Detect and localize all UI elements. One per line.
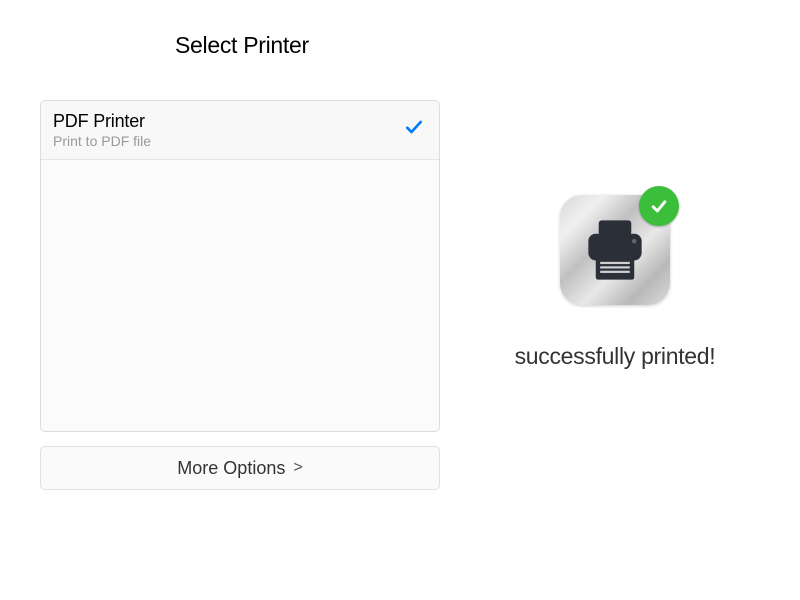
printer-app-icon [560, 195, 670, 305]
status-message: successfully printed! [515, 343, 716, 370]
status-panel: successfully printed! [470, 195, 760, 370]
printer-icon [578, 213, 652, 287]
printer-name: PDF Printer [53, 111, 151, 132]
printer-description: Print to PDF file [53, 133, 151, 149]
chevron-right-icon: > [293, 459, 302, 477]
checkmark-icon [649, 196, 669, 216]
success-badge [639, 186, 679, 226]
more-options-label: More Options [177, 458, 285, 479]
printer-item-pdf[interactable]: PDF Printer Print to PDF file [41, 101, 439, 160]
printer-item-text: PDF Printer Print to PDF file [53, 111, 151, 149]
more-options-button[interactable]: More Options > [40, 446, 440, 490]
printer-list: PDF Printer Print to PDF file [40, 100, 440, 432]
page-title: Select Printer [175, 32, 309, 59]
checkmark-icon [404, 117, 424, 143]
